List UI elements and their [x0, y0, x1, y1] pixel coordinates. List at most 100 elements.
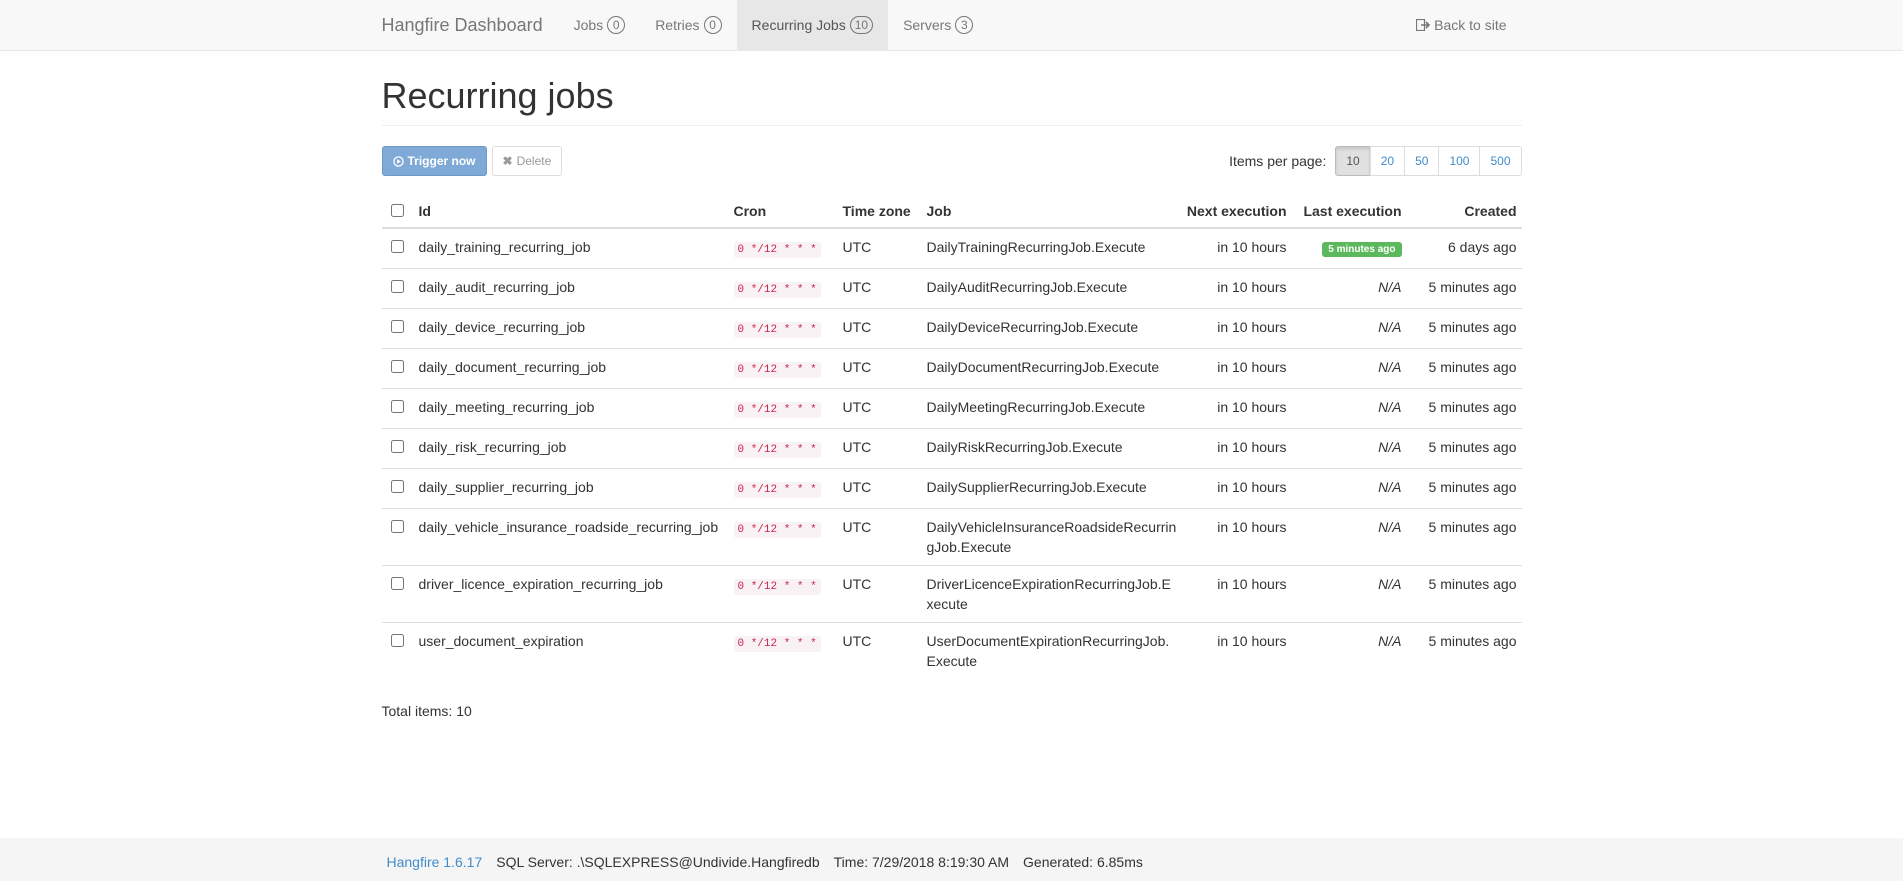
footer: Hangfire 1.6.17 SQL Server: .\SQLEXPRESS…	[0, 838, 1903, 881]
trigger-label: Trigger now	[407, 154, 476, 168]
created: 6 days ago	[1448, 239, 1517, 255]
next-execution: in 10 hours	[1181, 308, 1292, 349]
last-execution: N/A	[1291, 428, 1407, 469]
per-page-option[interactable]: 50	[1404, 146, 1440, 176]
col-created: Created	[1406, 194, 1522, 229]
back-to-site-link[interactable]: Back to site	[1401, 0, 1521, 50]
back-label: Back to site	[1434, 17, 1507, 33]
per-page-option[interactable]: 100	[1438, 146, 1481, 176]
last-execution: N/A	[1291, 508, 1407, 566]
items-per-page: Items per page: 10 20 50 100 500	[1229, 146, 1522, 176]
count-badge: 10	[849, 16, 874, 34]
job-id-link[interactable]: daily_meeting_recurring_job	[419, 399, 595, 415]
time-zone: UTC	[837, 428, 922, 469]
row-checkbox[interactable]	[390, 520, 404, 533]
cron-expression: 0 */12 * * *	[733, 482, 821, 498]
job-method: DailyTrainingRecurringJob.Execute	[926, 239, 1146, 255]
col-job: Job	[921, 194, 1182, 229]
row-checkbox[interactable]	[390, 577, 404, 590]
trigger-now-button[interactable]: Trigger now	[381, 146, 487, 176]
last-execution: N/A	[1291, 468, 1407, 509]
job-id-link[interactable]: driver_licence_expiration_recurring_job	[419, 576, 663, 592]
total-items: Total items: 10	[381, 703, 472, 719]
col-next-execution: Next execution	[1181, 194, 1292, 229]
created: 5 minutes ago	[1406, 622, 1522, 679]
table-row: daily_supplier_recurring_job 0 */12 * * *…	[381, 468, 1522, 509]
job-method: DriverLicenceExpirationRecurringJob.Exec…	[921, 565, 1182, 623]
version-link[interactable]: Hangfire 1.6.17	[387, 854, 483, 870]
created: 5 minutes ago	[1406, 348, 1522, 389]
table-row: user_document_expiration 0 */12 * * * UTC U…	[381, 622, 1522, 679]
job-method: DailyAuditRecurringJob.Execute	[921, 268, 1182, 309]
nav-recurring-jobs[interactable]: Recurring Jobs 10	[736, 0, 889, 50]
job-id-link[interactable]: user_document_expiration	[419, 633, 584, 649]
job-id-link[interactable]: daily_vehicle_insurance_roadside_recurri…	[419, 519, 719, 535]
job-id-link[interactable]: daily_training_recurring_job	[419, 239, 591, 255]
table-row: daily_meeting_recurring_job 0 */12 * * * U…	[381, 388, 1522, 429]
job-id-link[interactable]: daily_audit_recurring_job	[419, 279, 575, 295]
job-method: DailyDeviceRecurringJob.Execute	[921, 308, 1182, 349]
navbar: Hangfire Dashboard Jobs 0 Retries 0 Recu…	[0, 0, 1903, 51]
row-checkbox[interactable]	[390, 320, 404, 333]
count-badge: 0	[607, 16, 626, 34]
per-page-option[interactable]: 10	[1335, 146, 1371, 176]
created: 5 minutes ago	[1406, 468, 1522, 509]
last-execution: N/A	[1291, 348, 1407, 389]
next-execution: in 10 hours	[1181, 565, 1292, 623]
table-row: daily_training_recurring_job 0 */12 * * *…	[382, 228, 1522, 269]
delete-button[interactable]: ✖ Delete	[491, 146, 563, 176]
next-execution: in 10 hours	[1181, 268, 1292, 309]
table-row: daily_risk_recurring_job 0 */12 * * * UTC D…	[381, 428, 1522, 469]
table-row: driver_licence_expiration_recurring_job 0…	[381, 565, 1522, 623]
row-checkbox[interactable]	[390, 240, 404, 253]
nav-label: Retries	[655, 17, 700, 33]
brand-link[interactable]: Hangfire Dashboard	[382, 0, 543, 50]
last-execution-badge[interactable]: 5 minutes ago	[1322, 242, 1402, 257]
next-execution: in 10 hours	[1181, 348, 1292, 389]
page-title: Recurring jobs	[381, 76, 1522, 126]
cron-expression: 0 */12 * * *	[733, 362, 821, 378]
table-row: daily_vehicle_insurance_roadside_recurri…	[381, 508, 1522, 566]
time-zone: UTC	[837, 565, 922, 623]
nav-jobs[interactable]: Jobs 0	[559, 0, 641, 50]
next-execution: in 10 hours	[1181, 508, 1292, 566]
per-page-option[interactable]: 500	[1479, 146, 1522, 176]
next-execution: in 10 hours	[1217, 239, 1287, 255]
time-zone: UTC	[837, 348, 922, 389]
recurring-jobs-table: Id Cron Time zone Job Next execution Las…	[381, 194, 1522, 679]
row-checkbox[interactable]	[390, 480, 404, 493]
job-id-link[interactable]: daily_supplier_recurring_job	[419, 479, 594, 495]
close-icon: ✖	[502, 154, 513, 168]
nav-label: Servers	[903, 17, 952, 33]
job-id-link[interactable]: daily_device_recurring_job	[419, 319, 586, 335]
nav-label: Jobs	[573, 17, 604, 33]
job-id-link[interactable]: daily_risk_recurring_job	[419, 439, 567, 455]
cron-expression: 0 */12 * * *	[733, 402, 821, 418]
sign-out-icon	[1416, 19, 1431, 31]
next-execution: in 10 hours	[1181, 388, 1292, 429]
col-timezone: Time zone	[837, 194, 922, 229]
select-all-checkbox[interactable]	[390, 204, 404, 217]
time-zone: UTC	[837, 308, 922, 349]
next-execution: in 10 hours	[1181, 468, 1292, 509]
nav-label: Recurring Jobs	[751, 17, 846, 33]
cron-expression: 0 */12 * * *	[733, 442, 821, 458]
row-checkbox[interactable]	[390, 440, 404, 453]
row-checkbox[interactable]	[390, 634, 404, 647]
cron-expression: 0 */12 * * *	[733, 579, 821, 595]
job-id-link[interactable]: daily_document_recurring_job	[419, 359, 607, 375]
server-info: SQL Server: .\SQLEXPRESS@Undivide.Hangfi…	[496, 854, 820, 870]
per-page-option[interactable]: 20	[1369, 146, 1406, 176]
nav-servers[interactable]: Servers 3	[888, 0, 988, 50]
col-last-execution: Last execution	[1291, 194, 1407, 229]
nav-retries[interactable]: Retries 0	[640, 0, 736, 50]
row-checkbox[interactable]	[390, 280, 404, 293]
last-execution: N/A	[1291, 308, 1407, 349]
created: 5 minutes ago	[1406, 565, 1522, 623]
row-checkbox[interactable]	[390, 400, 404, 413]
table-row: daily_document_recurring_job 0 */12 * * *…	[381, 348, 1522, 389]
created: 5 minutes ago	[1406, 308, 1522, 349]
cron-expression: 0 */12 * * *	[733, 522, 821, 538]
delete-label: Delete	[516, 154, 552, 168]
row-checkbox[interactable]	[390, 360, 404, 373]
